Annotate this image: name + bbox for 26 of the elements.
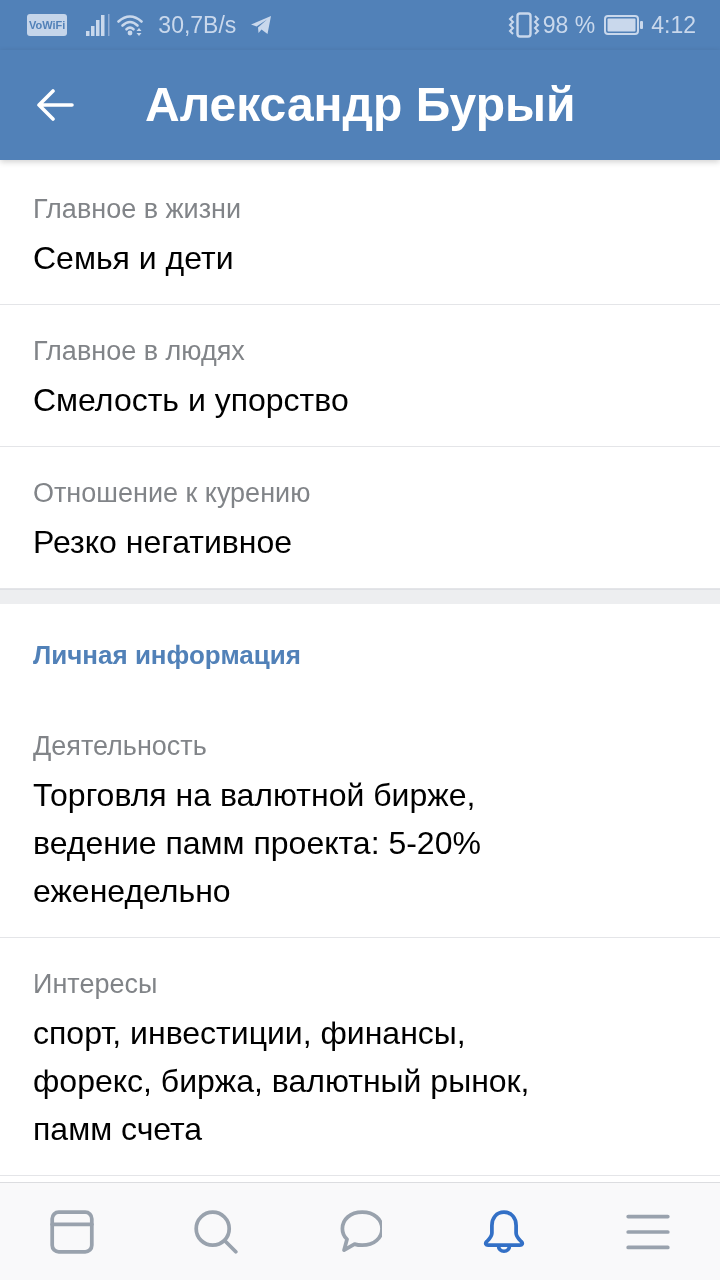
vibrate-icon — [507, 12, 540, 38]
info-label: Деятельность — [33, 730, 207, 763]
window-icon — [50, 1209, 94, 1254]
clock: 4:12 — [651, 12, 696, 38]
network-speed: 30,7B/s — [158, 12, 237, 38]
paper-plane-icon — [250, 15, 273, 35]
info-label: Главное в людях — [33, 335, 245, 368]
back-arrow-icon — [36, 89, 74, 121]
info-label: Интересы — [33, 968, 158, 1001]
wifi-icon — [117, 14, 146, 36]
info-value: Торговля на валютной бирже, ведение памм проекта: 5-20% еженедельно — [33, 776, 481, 911]
bell-icon — [482, 1209, 526, 1254]
signal-bars-icon — [86, 14, 111, 36]
battery-percent: 98 % — [542, 12, 596, 38]
search-icon — [194, 1209, 238, 1254]
info-label: Отношение к курению — [33, 477, 311, 510]
info-value: Смелость и упорство — [33, 381, 349, 420]
chat-bubble-icon — [338, 1209, 382, 1254]
battery-icon — [604, 15, 644, 35]
info-value: Семья и дети — [33, 239, 234, 278]
vowifi-indicator: VoWiFi — [27, 14, 68, 36]
info-value: Резко негативное — [33, 523, 293, 562]
section-title: Личная информация — [33, 639, 301, 672]
info-label: Главное в жизни — [33, 193, 242, 226]
profile-name-title: Александр Бурый — [145, 77, 576, 133]
info-value: спорт, инвестиции, финансы, форекс, биржа, валютный рынок, памм счета — [33, 1014, 530, 1149]
